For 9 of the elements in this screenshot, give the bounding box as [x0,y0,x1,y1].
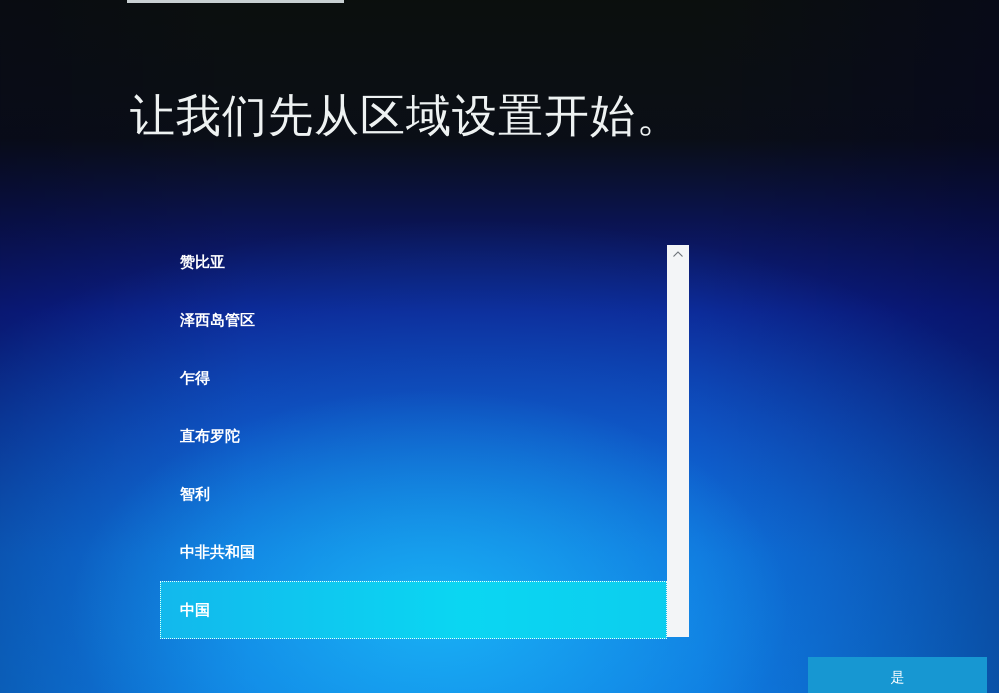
region-option[interactable]: 直布罗陀 [160,407,667,465]
region-option[interactable]: 中非共和国 [160,523,667,581]
page-title: 让我们先从区域设置开始。 [130,88,682,144]
region-option[interactable]: 乍得 [160,349,667,407]
region-option[interactable]: 泽西岛管区 [160,291,667,349]
region-option[interactable]: 赞比亚 [160,233,667,291]
scrollbar[interactable] [667,245,689,637]
region-option[interactable]: 智利 [160,465,667,523]
caret-up-icon[interactable] [673,251,683,257]
